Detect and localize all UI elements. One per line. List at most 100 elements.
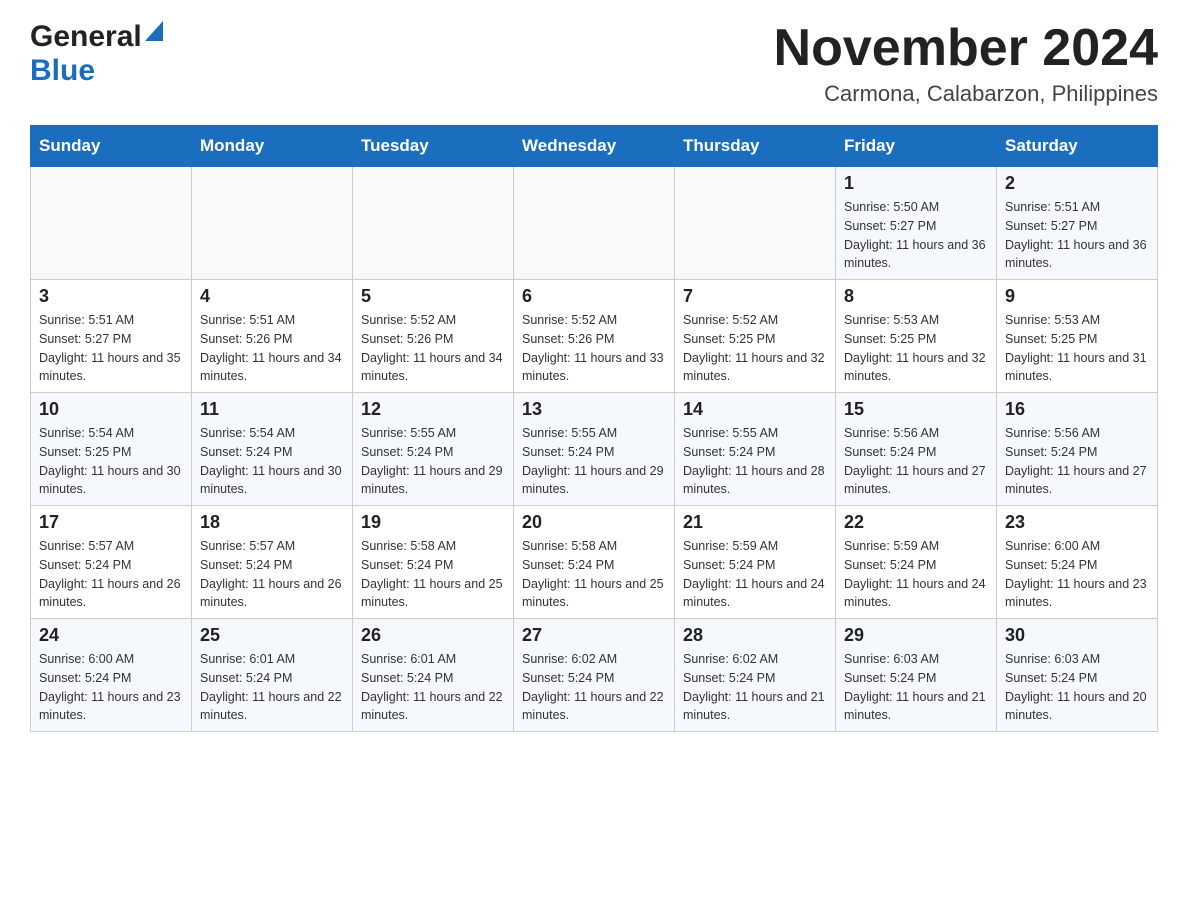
day-header-sunday: Sunday <box>31 126 192 167</box>
calendar-cell: 26 Sunrise: 6:01 AMSunset: 5:24 PMDayligh… <box>353 619 514 732</box>
calendar-cell: 24 Sunrise: 6:00 AMSunset: 5:24 PMDayligh… <box>31 619 192 732</box>
day-number: 15 <box>844 399 988 420</box>
calendar-week-row: 10 Sunrise: 5:54 AMSunset: 5:25 PMDayligh… <box>31 393 1158 506</box>
calendar-cell: 28 Sunrise: 6:02 AMSunset: 5:24 PMDayligh… <box>675 619 836 732</box>
day-info: Sunrise: 5:53 AMSunset: 5:25 PMDaylight:… <box>844 311 988 386</box>
calendar-cell: 2 Sunrise: 5:51 AMSunset: 5:27 PMDaylight… <box>997 167 1158 280</box>
day-info: Sunrise: 5:53 AMSunset: 5:25 PMDaylight:… <box>1005 311 1149 386</box>
calendar-cell: 10 Sunrise: 5:54 AMSunset: 5:25 PMDayligh… <box>31 393 192 506</box>
calendar-cell: 17 Sunrise: 5:57 AMSunset: 5:24 PMDayligh… <box>31 506 192 619</box>
calendar-cell: 21 Sunrise: 5:59 AMSunset: 5:24 PMDayligh… <box>675 506 836 619</box>
day-number: 30 <box>1005 625 1149 646</box>
calendar-cell: 6Sunrise: 5:52 AMSunset: 5:26 PMDaylight… <box>514 280 675 393</box>
day-info: Sunrise: 5:52 AMSunset: 5:25 PMDaylight:… <box>683 311 827 386</box>
day-info: Sunrise: 5:54 AMSunset: 5:24 PMDaylight:… <box>200 424 344 499</box>
day-number: 10 <box>39 399 183 420</box>
day-info: Sunrise: 6:03 AMSunset: 5:24 PMDaylight:… <box>844 650 988 725</box>
calendar-table: SundayMondayTuesdayWednesdayThursdayFrid… <box>30 125 1158 732</box>
day-header-friday: Friday <box>836 126 997 167</box>
day-number: 14 <box>683 399 827 420</box>
calendar-cell: 27 Sunrise: 6:02 AMSunset: 5:24 PMDayligh… <box>514 619 675 732</box>
day-number: 22 <box>844 512 988 533</box>
day-number: 17 <box>39 512 183 533</box>
day-info: Sunrise: 5:51 AMSunset: 5:26 PMDaylight:… <box>200 311 344 386</box>
day-number: 16 <box>1005 399 1149 420</box>
day-header-saturday: Saturday <box>997 126 1158 167</box>
day-info: Sunrise: 5:50 AMSunset: 5:27 PMDaylight:… <box>844 198 988 273</box>
day-number: 27 <box>522 625 666 646</box>
calendar-cell: 14Sunrise: 5:55 AMSunset: 5:24 PMDayligh… <box>675 393 836 506</box>
calendar-week-row: 1 Sunrise: 5:50 AMSunset: 5:27 PMDaylight… <box>31 167 1158 280</box>
logo-blue-text: Blue <box>30 54 95 88</box>
day-info: Sunrise: 6:01 AMSunset: 5:24 PMDaylight:… <box>200 650 344 725</box>
day-number: 28 <box>683 625 827 646</box>
calendar-cell: 13 Sunrise: 5:55 AMSunset: 5:24 PMDayligh… <box>514 393 675 506</box>
calendar-cell: 25Sunrise: 6:01 AMSunset: 5:24 PMDayligh… <box>192 619 353 732</box>
page-header: General Blue November 2024 Carmona, Cala… <box>30 20 1158 107</box>
calendar-cell: 22 Sunrise: 5:59 AMSunset: 5:24 PMDayligh… <box>836 506 997 619</box>
calendar-cell: 5 Sunrise: 5:52 AMSunset: 5:26 PMDaylight… <box>353 280 514 393</box>
calendar-cell: 30 Sunrise: 6:03 AMSunset: 5:24 PMDayligh… <box>997 619 1158 732</box>
day-header-monday: Monday <box>192 126 353 167</box>
calendar-cell: 12Sunrise: 5:55 AMSunset: 5:24 PMDayligh… <box>353 393 514 506</box>
day-number: 12 <box>361 399 505 420</box>
day-number: 4 <box>200 286 344 307</box>
day-info: Sunrise: 5:57 AMSunset: 5:24 PMDaylight:… <box>200 537 344 612</box>
day-number: 3 <box>39 286 183 307</box>
calendar-cell: 1 Sunrise: 5:50 AMSunset: 5:27 PMDaylight… <box>836 167 997 280</box>
logo-general-text: General <box>30 20 142 54</box>
calendar-week-row: 3 Sunrise: 5:51 AMSunset: 5:27 PMDaylight… <box>31 280 1158 393</box>
day-number: 19 <box>361 512 505 533</box>
day-info: Sunrise: 5:56 AMSunset: 5:24 PMDaylight:… <box>844 424 988 499</box>
day-number: 1 <box>844 173 988 194</box>
calendar-cell <box>675 167 836 280</box>
calendar-cell <box>514 167 675 280</box>
logo-arrow-icon <box>145 21 163 46</box>
day-number: 2 <box>1005 173 1149 194</box>
calendar-cell: 11 Sunrise: 5:54 AMSunset: 5:24 PMDayligh… <box>192 393 353 506</box>
calendar-cell <box>192 167 353 280</box>
day-info: Sunrise: 5:57 AMSunset: 5:24 PMDaylight:… <box>39 537 183 612</box>
day-number: 5 <box>361 286 505 307</box>
day-info: Sunrise: 5:56 AMSunset: 5:24 PMDaylight:… <box>1005 424 1149 499</box>
day-number: 24 <box>39 625 183 646</box>
day-info: Sunrise: 5:54 AMSunset: 5:25 PMDaylight:… <box>39 424 183 499</box>
calendar-week-row: 24 Sunrise: 6:00 AMSunset: 5:24 PMDayligh… <box>31 619 1158 732</box>
calendar-cell: 16 Sunrise: 5:56 AMSunset: 5:24 PMDayligh… <box>997 393 1158 506</box>
calendar-cell: 19 Sunrise: 5:58 AMSunset: 5:24 PMDayligh… <box>353 506 514 619</box>
day-number: 8 <box>844 286 988 307</box>
day-info: Sunrise: 5:51 AMSunset: 5:27 PMDaylight:… <box>1005 198 1149 273</box>
day-info: Sunrise: 5:52 AMSunset: 5:26 PMDaylight:… <box>522 311 666 386</box>
calendar-cell: 8 Sunrise: 5:53 AMSunset: 5:25 PMDaylight… <box>836 280 997 393</box>
calendar-cell: 3 Sunrise: 5:51 AMSunset: 5:27 PMDaylight… <box>31 280 192 393</box>
title-block: November 2024 Carmona, Calabarzon, Phili… <box>774 20 1158 107</box>
logo: General Blue <box>30 20 163 88</box>
day-info: Sunrise: 6:00 AMSunset: 5:24 PMDaylight:… <box>39 650 183 725</box>
day-number: 26 <box>361 625 505 646</box>
day-number: 21 <box>683 512 827 533</box>
day-info: Sunrise: 5:58 AMSunset: 5:24 PMDaylight:… <box>361 537 505 612</box>
day-info: Sunrise: 5:52 AMSunset: 5:26 PMDaylight:… <box>361 311 505 386</box>
calendar-cell: 20Sunrise: 5:58 AMSunset: 5:24 PMDayligh… <box>514 506 675 619</box>
day-number: 29 <box>844 625 988 646</box>
day-header-wednesday: Wednesday <box>514 126 675 167</box>
day-number: 18 <box>200 512 344 533</box>
calendar-cell: 9 Sunrise: 5:53 AMSunset: 5:25 PMDaylight… <box>997 280 1158 393</box>
day-info: Sunrise: 6:03 AMSunset: 5:24 PMDaylight:… <box>1005 650 1149 725</box>
day-number: 9 <box>1005 286 1149 307</box>
day-info: Sunrise: 5:55 AMSunset: 5:24 PMDaylight:… <box>522 424 666 499</box>
day-info: Sunrise: 5:59 AMSunset: 5:24 PMDaylight:… <box>683 537 827 612</box>
day-number: 13 <box>522 399 666 420</box>
day-info: Sunrise: 6:01 AMSunset: 5:24 PMDaylight:… <box>361 650 505 725</box>
day-info: Sunrise: 5:51 AMSunset: 5:27 PMDaylight:… <box>39 311 183 386</box>
calendar-cell: 29 Sunrise: 6:03 AMSunset: 5:24 PMDayligh… <box>836 619 997 732</box>
day-info: Sunrise: 5:59 AMSunset: 5:24 PMDaylight:… <box>844 537 988 612</box>
calendar-cell: 18 Sunrise: 5:57 AMSunset: 5:24 PMDayligh… <box>192 506 353 619</box>
day-number: 20 <box>522 512 666 533</box>
day-info: Sunrise: 6:02 AMSunset: 5:24 PMDaylight:… <box>522 650 666 725</box>
day-info: Sunrise: 6:02 AMSunset: 5:24 PMDaylight:… <box>683 650 827 725</box>
day-header-tuesday: Tuesday <box>353 126 514 167</box>
day-number: 11 <box>200 399 344 420</box>
calendar-cell: 4 Sunrise: 5:51 AMSunset: 5:26 PMDaylight… <box>192 280 353 393</box>
calendar-cell: 15 Sunrise: 5:56 AMSunset: 5:24 PMDayligh… <box>836 393 997 506</box>
